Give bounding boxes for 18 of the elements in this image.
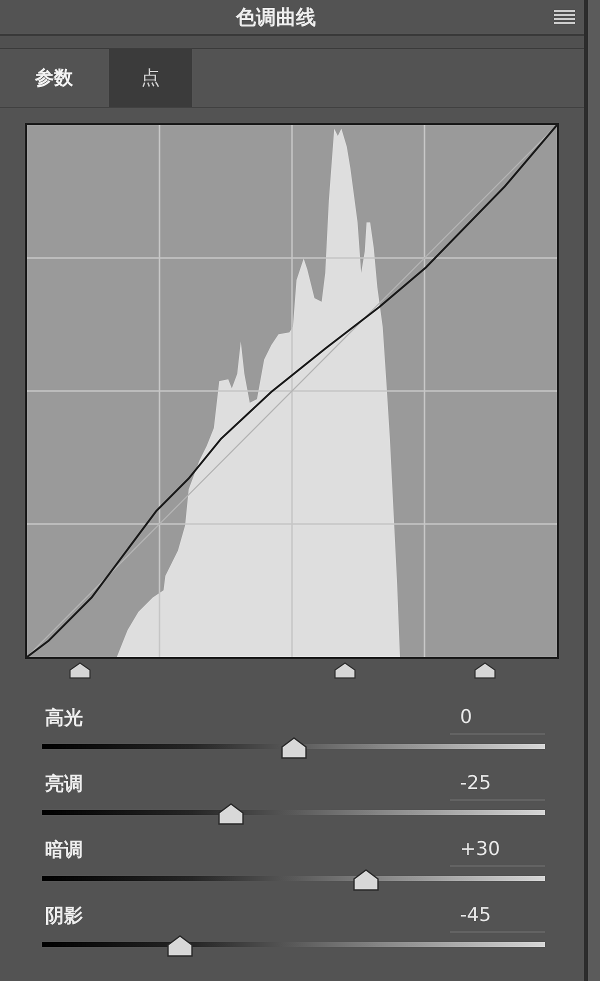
slider-label: 亮调 — [44, 772, 83, 797]
slider-label: 阴影 — [44, 904, 83, 929]
value-input[interactable]: +30 — [450, 833, 545, 867]
slider-label: 暗调 — [44, 838, 83, 863]
slider-label: 高光 — [44, 706, 83, 731]
value-input[interactable]: -25 — [450, 767, 545, 801]
value-input[interactable]: 0 — [450, 701, 545, 735]
slider-thumb[interactable] — [218, 803, 244, 825]
menu-icon[interactable] — [554, 10, 575, 24]
tab[interactable]: 点 — [109, 49, 192, 107]
panel-title: 色调曲线 — [236, 4, 316, 31]
split-thumb[interactable] — [69, 662, 91, 679]
slider-thumb[interactable] — [353, 869, 380, 891]
split-thumb[interactable] — [474, 662, 496, 679]
slider-thumb[interactable] — [167, 935, 194, 957]
slider-thumb[interactable] — [280, 737, 306, 759]
value-input[interactable]: -45 — [450, 899, 545, 933]
split-thumb[interactable] — [334, 662, 356, 679]
